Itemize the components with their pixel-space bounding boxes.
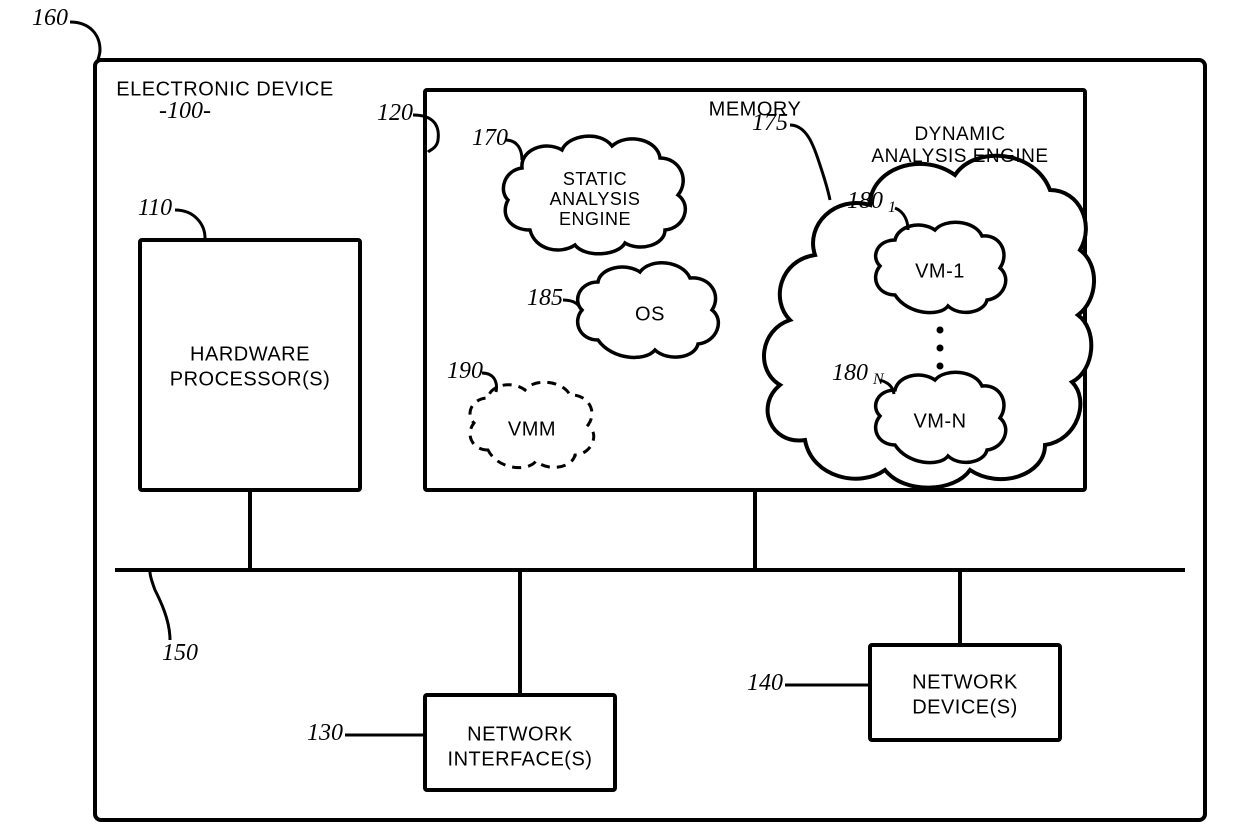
netif-ref: 130 [307,720,343,746]
netdev-l2: DEVICE(S) [912,696,1018,718]
netif-l1: NETWORK [467,723,573,745]
os-label: OS [635,303,665,325]
vmn-ref: 180 [832,360,868,386]
processor-label-2: PROCESSOR(S) [170,368,330,390]
netif-l2: INTERFACE(S) [448,748,593,770]
network-device: NETWORK DEVICE(S) 140 [747,645,1060,740]
dynamic-engine-l1: DYNAMIC [914,124,1005,145]
bus-ref-text: 150 [162,640,198,666]
outer-ref-leader: 160 [32,5,100,60]
os-ref: 185 [527,285,563,311]
vm1-label: VM-1 [915,260,965,282]
diagram-canvas: 160 ELECTRONIC DEVICE -100- HARDWARE PRO… [0,0,1240,829]
vmn-label: VM-N [913,410,966,432]
static-engine-ref: 170 [472,125,508,151]
electronic-device-title: ELECTRONIC DEVICE [116,78,333,100]
dynamic-engine-ref: 175 [752,110,788,136]
static-engine-l2: ANALYSIS [550,189,641,209]
vm1-sub: 1 [888,199,896,216]
bus-ref: 150 [150,572,198,666]
outer-ref: 160 [32,5,68,31]
vmm-ref: 190 [447,358,483,384]
netdev-ref: 140 [747,670,783,696]
processor-ref: 110 [138,195,172,221]
static-engine-l1: STATIC [563,169,627,189]
memory-ref: 120 [377,100,413,126]
vmm-label: VMM [508,418,556,440]
vm1-ref: 180 [847,188,883,214]
hardware-processor: HARDWARE PROCESSOR(S) 110 [138,195,360,490]
network-interface: NETWORK INTERFACE(S) 130 [307,695,615,790]
dynamic-engine-l2: ANALYSIS ENGINE [871,146,1048,167]
netdev-l1: NETWORK [912,671,1018,693]
processor-label-1: HARDWARE [190,343,310,365]
static-engine-l3: ENGINE [559,209,631,229]
electronic-device-ref: -100- [159,98,211,124]
